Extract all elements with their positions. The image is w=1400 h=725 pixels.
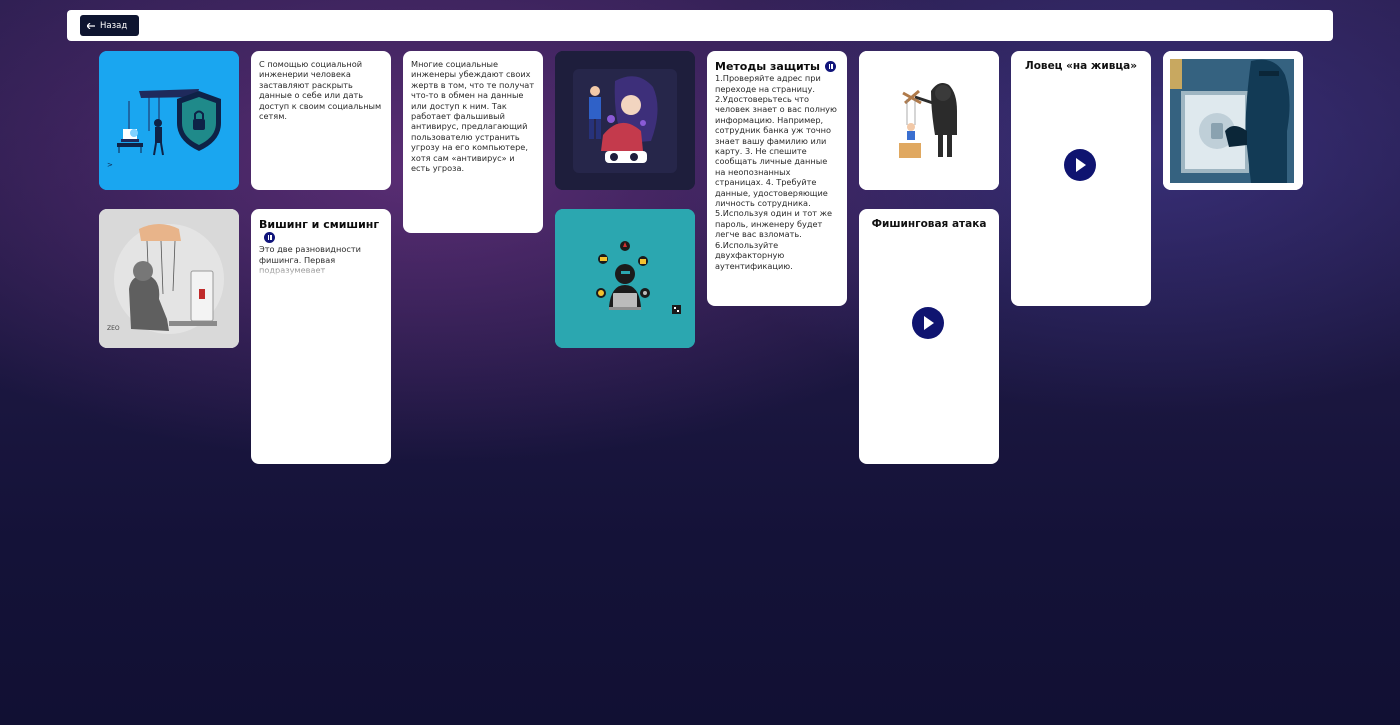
intro-text: С помощью социальной инженерии человека … — [259, 59, 382, 122]
video-card-bait[interactable]: Ловец «на живца» — [1011, 51, 1151, 306]
pause-icon[interactable] — [825, 60, 837, 72]
video-title: Фишинговая атака — [871, 218, 987, 230]
vishing-title: Вишинг и смишинг — [259, 218, 383, 244]
image-card-puppet-hacker[interactable]: ZEO — [99, 209, 239, 348]
svg-text:ZEO: ZEO — [107, 325, 120, 332]
puppet-hacker-illustration: ZEO — [99, 209, 239, 348]
svg-text:>: > — [107, 161, 113, 169]
text-card-antivirus: Многие социальные инженеры убеждают свои… — [403, 51, 543, 233]
play-button[interactable] — [1064, 149, 1096, 181]
image-card-hacker-laptop[interactable] — [555, 209, 695, 348]
text-card-methods: Методы защиты 1.Проверяйте адрес при пер… — [707, 51, 847, 306]
text-card-intro: С помощью социальной инженерии человека … — [251, 51, 391, 190]
image-card-people[interactable] — [555, 51, 695, 190]
people-illustration — [555, 51, 695, 190]
arrow-left-icon — [87, 22, 95, 29]
hacker-laptop-illustration — [555, 209, 695, 348]
security-illustration: > — [99, 51, 239, 190]
puppeteer-illustration — [859, 51, 999, 190]
methods-title: Методы защиты — [715, 60, 839, 73]
spy-illustration — [1163, 51, 1303, 190]
video-card-phishing-attack[interactable]: Фишинговая атака — [859, 209, 999, 464]
back-button[interactable]: Назад — [80, 15, 139, 36]
pause-icon[interactable] — [264, 231, 275, 243]
top-bar: Назад — [67, 10, 1333, 41]
play-button[interactable] — [912, 307, 944, 339]
video-title: Ловец «на живца» — [1024, 60, 1138, 72]
image-card-spy[interactable] — [1163, 51, 1303, 190]
back-button-label: Назад — [100, 20, 128, 31]
image-card-security[interactable]: > — [99, 51, 239, 190]
text-fade — [251, 261, 391, 279]
text-card-vishing: Вишинг и смишинг Это две разновидности ф… — [251, 209, 391, 464]
image-card-puppeteer[interactable] — [859, 51, 999, 190]
antivirus-text: Многие социальные инженеры убеждают свои… — [411, 59, 535, 174]
methods-text: 1.Проверяйте адрес при переходе на стран… — [715, 73, 837, 271]
